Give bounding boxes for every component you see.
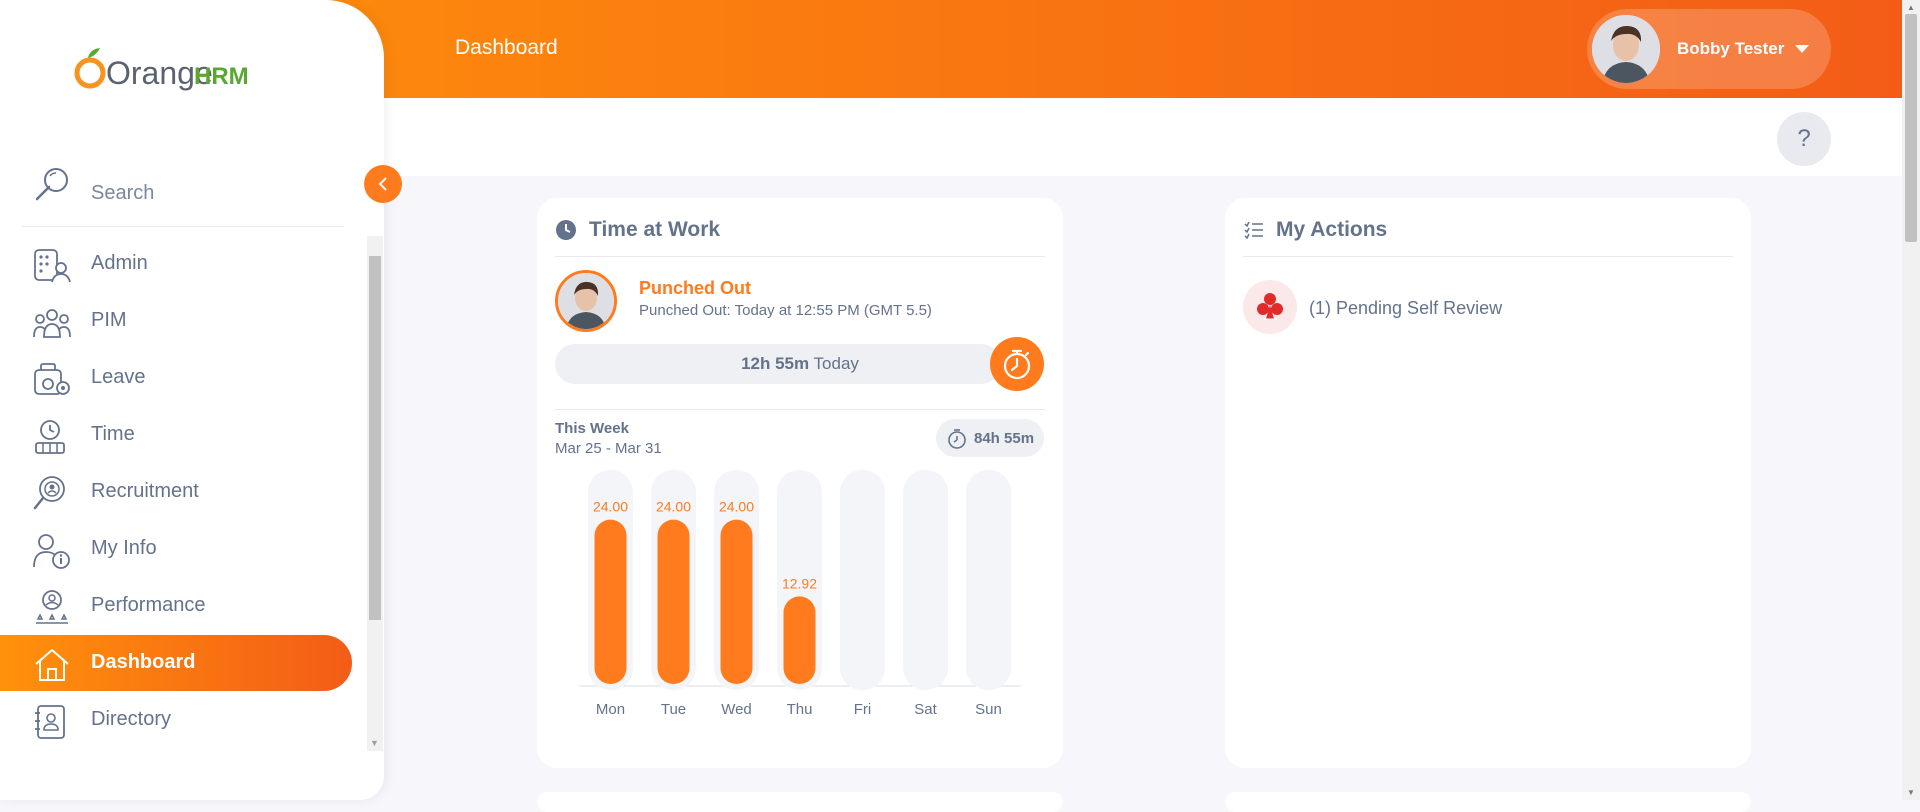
today-hours-value: 12h 55m bbox=[741, 354, 810, 373]
chart-x-tick-label: Wed bbox=[721, 701, 752, 718]
caret-down-icon bbox=[1795, 45, 1809, 53]
time-at-work-title: Time at Work bbox=[589, 218, 721, 241]
clock-icon bbox=[556, 220, 576, 240]
chart-data-label: 24.00 bbox=[656, 499, 691, 515]
page-title: Dashboard bbox=[455, 36, 558, 59]
chevron-left-icon bbox=[378, 177, 387, 191]
chart-data-label: 12.92 bbox=[782, 575, 817, 591]
week-range: Mar 25 - Mar 31 bbox=[555, 440, 662, 457]
sidebar-item-label: Admin bbox=[91, 252, 148, 274]
today-label: Today bbox=[813, 354, 859, 373]
chart-x-tick-label: Sun bbox=[975, 701, 1002, 718]
sidebar-item-pim[interactable]: PIM bbox=[0, 293, 352, 349]
user-name: Bobby Tester bbox=[1677, 39, 1785, 58]
punch-status-detail: Punched Out: Today at 12:55 PM (GMT 5.5) bbox=[639, 302, 932, 319]
chart-bar-track bbox=[903, 470, 948, 690]
sidebar-item-label: Time bbox=[91, 423, 135, 445]
sidebar-item-performance[interactable]: Performance bbox=[0, 578, 352, 634]
chart-data-label: 24.00 bbox=[719, 499, 754, 515]
self-review-icon bbox=[1257, 293, 1283, 320]
scroll-up-arrow-icon[interactable]: ▲ bbox=[1907, 3, 1915, 12]
chart-bar bbox=[720, 519, 753, 684]
chart-bar-track bbox=[966, 470, 1011, 690]
time-icon bbox=[35, 420, 65, 454]
divider bbox=[22, 226, 344, 227]
sidebar-scrollbar-thumb[interactable] bbox=[369, 256, 381, 620]
employee-avatar bbox=[555, 270, 617, 332]
sidebar-search[interactable]: Search bbox=[33, 164, 345, 224]
week-total: 84h 55m bbox=[974, 430, 1035, 447]
collapse-sidebar-button[interactable] bbox=[364, 165, 402, 203]
weekly-hours-chart: 24.00 Mon 24.00 Tue 24.00 Wed 12.92 Thu Fri Sat Su… bbox=[579, 470, 1021, 718]
orangehrm-logo: Orange HRM bbox=[74, 44, 254, 99]
search-label: Search bbox=[91, 182, 155, 204]
chart-x-tick-label: Sat bbox=[914, 701, 937, 718]
divider bbox=[555, 256, 1045, 257]
scroll-down-arrow-icon[interactable]: ▼ bbox=[370, 738, 379, 748]
chart-bar bbox=[783, 596, 816, 684]
divider bbox=[1243, 256, 1733, 257]
logo-text-hrm: HRM bbox=[194, 63, 249, 90]
action-item-icon-wrap[interactable] bbox=[1243, 280, 1297, 334]
user-dropdown[interactable]: Bobby Tester bbox=[1587, 9, 1831, 89]
my-info-icon bbox=[33, 534, 70, 569]
today-hours: 12h 55m Today bbox=[555, 354, 1045, 374]
scroll-down-arrow-icon[interactable]: ▼ bbox=[1907, 788, 1915, 797]
stopwatch-icon bbox=[1003, 349, 1031, 380]
chart-x-tick-label: Fri bbox=[854, 701, 872, 718]
sidebar-item-directory[interactable]: Directory bbox=[0, 692, 352, 748]
sidebar-item-my-info[interactable]: My Info bbox=[0, 521, 352, 577]
punch-in-button[interactable] bbox=[990, 337, 1044, 391]
punch-status: Punched Out bbox=[639, 278, 751, 298]
home-icon bbox=[35, 649, 69, 681]
sidebar-item-time[interactable]: Time bbox=[0, 407, 352, 463]
leave-icon bbox=[34, 363, 70, 395]
sidebar-item-label: Dashboard bbox=[91, 651, 196, 673]
chart-x-tick-label: Tue bbox=[661, 701, 686, 718]
sidebar-item-label: PIM bbox=[91, 309, 127, 331]
my-actions-title: My Actions bbox=[1276, 218, 1388, 241]
sidebar: Orange HRM Search Admin PIM Leave Time R… bbox=[0, 0, 384, 800]
sidebar-item-label: Leave bbox=[91, 366, 146, 388]
sidebar-item-leave[interactable]: Leave bbox=[0, 350, 352, 406]
page-scrollbar-thumb[interactable] bbox=[1905, 14, 1917, 242]
list-icon bbox=[1244, 221, 1263, 239]
next-card-peek bbox=[1225, 792, 1751, 812]
divider bbox=[555, 409, 1045, 410]
chart-bar-track bbox=[840, 470, 885, 690]
sidebar-item-label: Directory bbox=[91, 708, 172, 730]
directory-icon bbox=[35, 705, 65, 739]
action-item-pending-self-review[interactable]: (1) Pending Self Review bbox=[1309, 298, 1502, 319]
chart-x-tick-label: Thu bbox=[787, 701, 813, 718]
pim-icon bbox=[33, 309, 71, 338]
sidebar-item-recruitment[interactable]: Recruitment bbox=[0, 464, 352, 520]
sidebar-item-label: My Info bbox=[91, 537, 157, 559]
chart-x-tick-label: Mon bbox=[596, 701, 625, 718]
search-icon bbox=[35, 168, 68, 201]
sidebar-item-dashboard[interactable]: Dashboard bbox=[0, 635, 352, 691]
my-actions-card bbox=[1225, 198, 1751, 768]
admin-icon bbox=[34, 249, 71, 283]
user-avatar bbox=[1592, 15, 1660, 83]
next-card-peek bbox=[537, 792, 1063, 812]
sidebar-item-label: Recruitment bbox=[91, 480, 199, 502]
sidebar-item-admin[interactable]: Admin bbox=[0, 236, 352, 292]
sidebar-item-label: Performance bbox=[91, 594, 206, 616]
chart-bar bbox=[594, 519, 627, 684]
chart-data-label: 24.00 bbox=[593, 499, 628, 515]
performance-icon bbox=[36, 590, 68, 624]
stopwatch-icon bbox=[948, 429, 966, 449]
chart-bar bbox=[657, 519, 690, 684]
recruitment-icon bbox=[33, 476, 65, 510]
help-button[interactable]: ? bbox=[1777, 112, 1831, 166]
week-label: This Week bbox=[555, 420, 629, 437]
